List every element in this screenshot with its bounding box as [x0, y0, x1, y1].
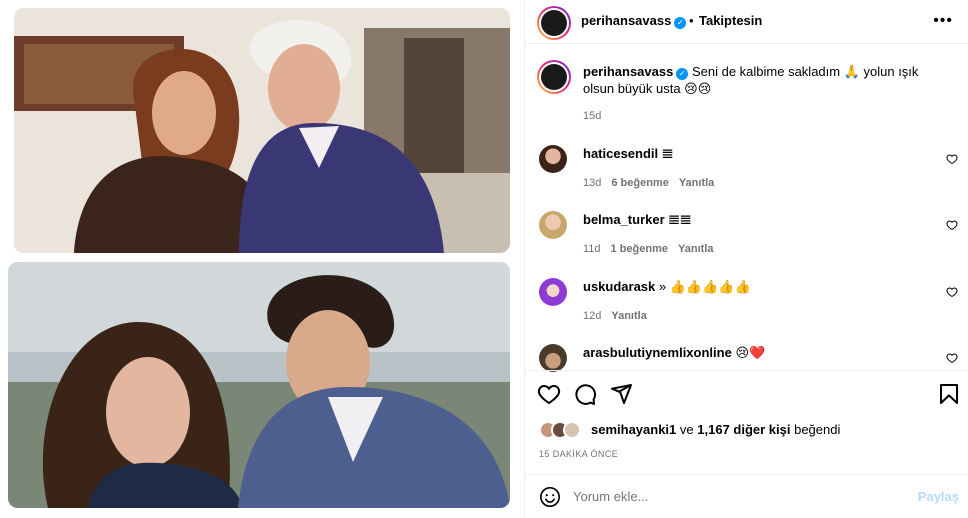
- comment-username[interactable]: belma_turker: [583, 212, 665, 227]
- bookmark-icon[interactable]: [937, 382, 961, 406]
- comment-like-heart-icon[interactable]: [946, 286, 958, 298]
- comment-like-heart-icon[interactable]: [946, 352, 958, 364]
- likes-conjunction: ve: [676, 422, 698, 437]
- comment-username[interactable]: arasbulutiynemlixonline: [583, 345, 732, 360]
- author-username[interactable]: perihansavass ✓: [581, 13, 687, 29]
- post-timestamp: 15 DAKİKA ÖNCE: [539, 449, 619, 459]
- share-icon[interactable]: [609, 382, 633, 406]
- comment-icon[interactable]: [573, 382, 597, 406]
- comment-age: 13d: [583, 177, 602, 189]
- comment-body: » 👍👍👍👍👍: [658, 279, 751, 294]
- likes-count[interactable]: 1,167 diğer kişi: [697, 422, 790, 437]
- post-photo-top: [14, 8, 510, 253]
- commenter-avatar[interactable]: [539, 344, 567, 372]
- reply-button[interactable]: Yanıtla: [611, 310, 646, 322]
- commenter-avatar[interactable]: [539, 145, 567, 173]
- post-photo-bottom: [8, 262, 510, 508]
- likes-text: semihayanki1 ve 1,167 diğer kişi beğendi: [591, 422, 840, 437]
- heart-icon[interactable]: [537, 382, 561, 406]
- comment-text: uskudarask » 👍👍👍👍👍: [583, 278, 933, 295]
- caption-author[interactable]: perihansavass: [583, 64, 673, 79]
- comment-meta: 12d Yanıtla: [583, 310, 647, 322]
- actions-divider: [525, 370, 968, 371]
- liker-avatar: [563, 421, 581, 439]
- author-username-text[interactable]: perihansavass: [581, 13, 671, 28]
- comment-body: 𝌆: [661, 146, 674, 161]
- post-caption: perihansavass ✓ Seni de kalbime sakladım …: [583, 63, 928, 97]
- comment-text: arasbulutiynemlixonline 😢❤️: [583, 344, 933, 361]
- comment-body: 𝌆𝌆: [668, 212, 692, 227]
- post-details-panel: perihansavass ✓ • Takiptesin ••• perihans…: [524, 0, 968, 518]
- commenter-avatar[interactable]: [539, 211, 567, 239]
- following-button[interactable]: Takiptesin: [699, 13, 762, 28]
- comment-like-heart-icon[interactable]: [946, 219, 958, 231]
- comment-like-count[interactable]: 1 beğenme: [611, 243, 668, 255]
- first-liker[interactable]: semihayanki1: [591, 422, 676, 437]
- comment-text: haticesendil 𝌆: [583, 145, 933, 162]
- verified-badge-icon: ✓: [674, 17, 687, 29]
- comment-like-heart-icon[interactable]: [946, 153, 958, 165]
- post-media[interactable]: [0, 0, 524, 518]
- comment-age: 11d: [583, 243, 601, 255]
- emoji-icon[interactable]: [539, 486, 561, 508]
- caption-age: 15d: [583, 110, 602, 122]
- more-options-icon[interactable]: •••: [933, 12, 953, 30]
- commenter-avatar[interactable]: [539, 278, 567, 306]
- author-avatar[interactable]: [537, 6, 571, 40]
- header-separator: •: [689, 13, 694, 28]
- comment-input[interactable]: [573, 489, 893, 504]
- comment-username[interactable]: haticesendil: [583, 146, 658, 161]
- caption-verified-badge-icon: ✓: [676, 68, 689, 80]
- reply-button[interactable]: Yanıtla: [678, 243, 713, 255]
- post-comment-button[interactable]: Paylaş: [918, 489, 959, 504]
- comment-meta: 11d 1 beğenme Yanıtla: [583, 243, 713, 255]
- add-comment-bar: Paylaş: [525, 474, 968, 518]
- post-header: perihansavass ✓ • Takiptesin •••: [525, 0, 968, 44]
- likes-suffix: beğendi: [790, 422, 841, 437]
- comment-username[interactable]: uskudarask: [583, 279, 655, 294]
- liker-avatars: [539, 421, 587, 439]
- comment-age: 12d: [583, 310, 602, 322]
- caption-author-avatar[interactable]: [537, 60, 571, 94]
- comment-text: belma_turker 𝌆𝌆: [583, 211, 933, 228]
- comment-meta: 13d 6 beğenme Yanıtla: [583, 177, 714, 189]
- comment-like-count[interactable]: 6 beğenme: [611, 177, 668, 189]
- reply-button[interactable]: Yanıtla: [679, 177, 714, 189]
- comment-body: 😢❤️: [735, 345, 766, 360]
